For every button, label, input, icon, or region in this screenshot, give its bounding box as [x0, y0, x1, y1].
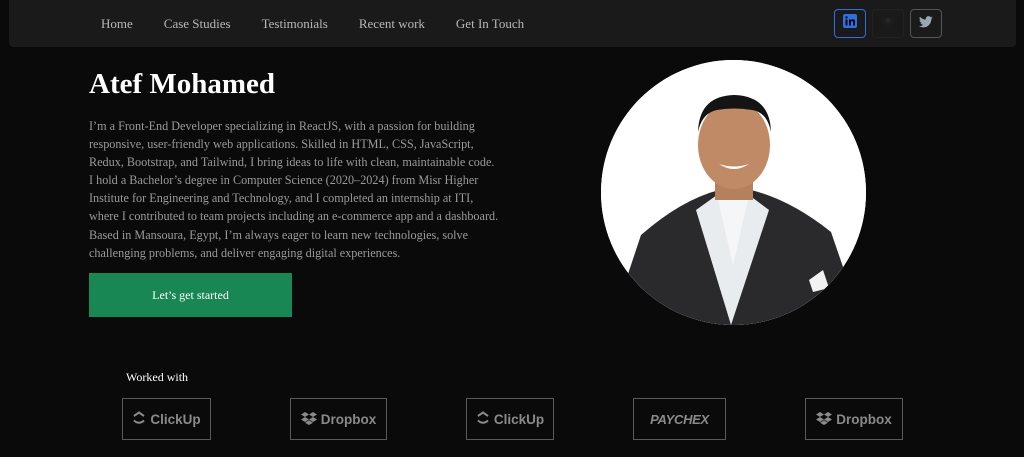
dropbox-icon: [816, 411, 836, 428]
nav-links: Home Case Studies Testimonials Recent wo…: [101, 16, 555, 32]
get-started-button[interactable]: Let’s get started: [89, 273, 292, 317]
clickup-icon: [476, 410, 494, 428]
logo-dropbox: Dropbox: [290, 398, 387, 440]
logo-label: ClickUp: [493, 411, 545, 427]
logo-paychex: PAYCHEX: [633, 398, 726, 440]
clickup-icon: [132, 410, 150, 428]
logo-clickup: ClickUp: [122, 398, 211, 440]
hero-title: Atef Mohamed: [89, 68, 276, 100]
dropbox-icon: [300, 411, 321, 428]
linkedin-icon: [843, 14, 857, 33]
twitter-button[interactable]: [910, 9, 942, 38]
social-links: [834, 9, 948, 38]
nav-link-get-in-touch[interactable]: Get In Touch: [456, 16, 524, 32]
nav-link-testimonials[interactable]: Testimonials: [262, 16, 328, 32]
hero-bio: I’m a Front-End Developer specializing i…: [89, 119, 499, 260]
profile-photo: [601, 60, 866, 325]
logo-label: Dropbox: [320, 411, 377, 427]
nav-link-home[interactable]: Home: [101, 16, 133, 32]
logo-dropbox: Dropbox: [805, 398, 903, 440]
twitter-icon: [918, 15, 933, 33]
nav-link-case-studies[interactable]: Case Studies: [164, 16, 231, 32]
github-icon: [881, 14, 895, 33]
logo-label: ClickUp: [150, 411, 201, 427]
logo-label: PAYCHEX: [650, 411, 709, 427]
logo-clickup: ClickUp: [466, 398, 554, 440]
github-button[interactable]: [872, 9, 904, 38]
logo-label: Dropbox: [836, 411, 892, 427]
linkedin-button[interactable]: [834, 9, 866, 38]
nav-link-recent-work[interactable]: Recent work: [359, 16, 425, 32]
worked-with-label: Worked with: [126, 370, 189, 384]
